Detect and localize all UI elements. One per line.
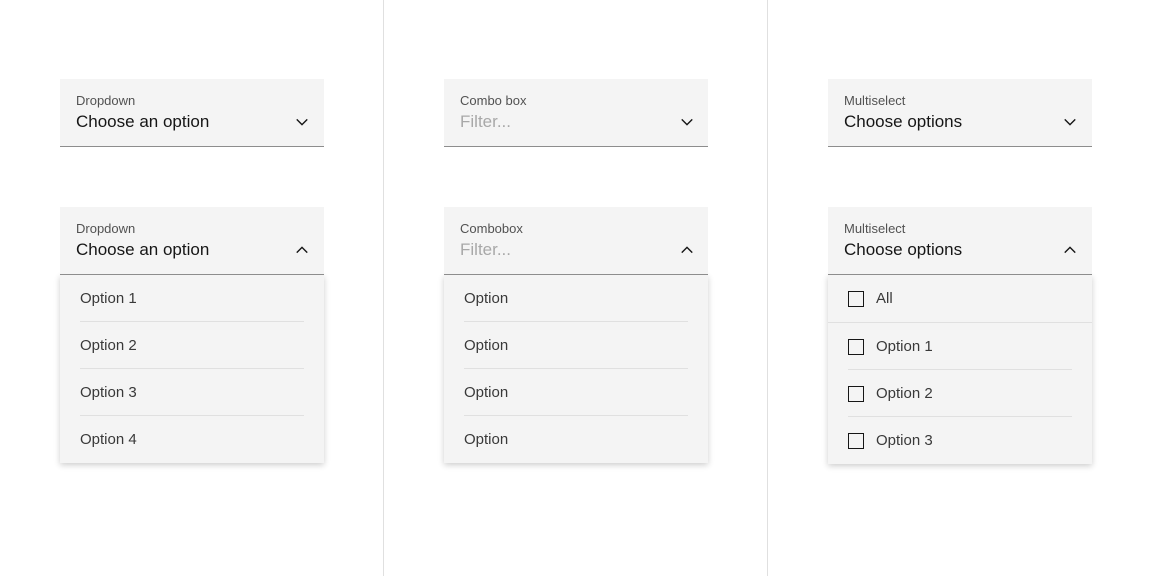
combobox-open-input[interactable] (460, 240, 679, 260)
chevron-down-icon (1062, 114, 1078, 130)
chevron-up-icon (294, 242, 310, 258)
combobox-open-label: Combobox (444, 207, 708, 236)
dropdown-closed[interactable]: Dropdown Choose an option (60, 79, 324, 147)
chevron-up-icon (679, 242, 694, 258)
dropdown-open[interactable]: Dropdown Choose an option (60, 207, 324, 275)
dropdown-menu: Option 1 Option 2 Option 3 Option 4 (60, 275, 324, 463)
combobox-menu: Option Option Option Option (444, 275, 708, 463)
multiselect-open-label: Multiselect (828, 207, 1092, 236)
multiselect-option[interactable]: Option 2 (828, 370, 1092, 417)
multiselect-open[interactable]: Multiselect Choose options (828, 207, 1092, 275)
dropdown-option[interactable]: Option 4 (60, 416, 324, 463)
combobox-option[interactable]: Option (444, 416, 708, 463)
dropdown-option[interactable]: Option 1 (60, 275, 324, 322)
multiselect-option[interactable]: Option 1 (828, 323, 1092, 370)
chevron-down-icon (679, 114, 694, 130)
dropdown-option[interactable]: Option 3 (60, 369, 324, 416)
multiselect-menu: All Option 1 Option 2 Option 3 (828, 275, 1092, 464)
multiselect-closed[interactable]: Multiselect Choose options (828, 79, 1092, 147)
dropdown-closed-value: Choose an option (76, 112, 209, 132)
checkbox-icon[interactable] (848, 291, 864, 307)
multiselect-option[interactable]: Option 3 (828, 417, 1092, 464)
dropdown-open-label: Dropdown (60, 207, 324, 236)
chevron-down-icon (294, 114, 310, 130)
dropdown-option[interactable]: Option 2 (60, 322, 324, 369)
checkbox-icon[interactable] (848, 433, 864, 449)
multiselect-closed-label: Multiselect (828, 79, 1092, 108)
dropdown-open-value: Choose an option (76, 240, 209, 260)
combobox-open[interactable]: Combobox (444, 207, 708, 275)
checkbox-icon[interactable] (848, 339, 864, 355)
multiselect-closed-value: Choose options (844, 112, 962, 132)
multiselect-option-all[interactable]: All (828, 275, 1092, 323)
dropdown-closed-label: Dropdown (60, 79, 324, 108)
multiselect-open-value: Choose options (844, 240, 962, 260)
checkbox-icon[interactable] (848, 386, 864, 402)
chevron-up-icon (1062, 242, 1078, 258)
combobox-option[interactable]: Option (444, 369, 708, 416)
combobox-closed-input[interactable] (460, 112, 679, 132)
combobox-closed[interactable]: Combo box (444, 79, 708, 147)
combobox-option[interactable]: Option (444, 275, 708, 322)
combobox-option[interactable]: Option (444, 322, 708, 369)
combobox-closed-label: Combo box (444, 79, 708, 108)
